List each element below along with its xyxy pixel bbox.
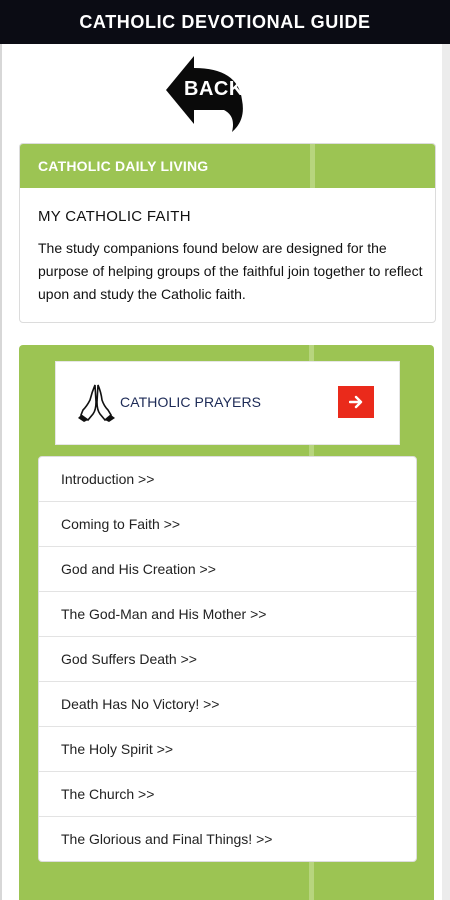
list-item-introduction[interactable]: Introduction >> [39,457,416,502]
list-item-god-and-his-creation[interactable]: God and His Creation >> [39,547,416,592]
list-item-coming-to-faith[interactable]: Coming to Faith >> [39,502,416,547]
catholic-prayers-card[interactable]: CATHOLIC PRAYERS [55,361,400,445]
list-item-god-suffers-death[interactable]: God Suffers Death >> [39,637,416,682]
praying-hands-icon [78,384,115,422]
page-edge [0,44,2,900]
study-list: Introduction >> Coming to Faith >> God a… [38,456,417,862]
panel-title: CATHOLIC DAILY LIVING [38,158,209,174]
panel-subtitle: MY CATHOLIC FAITH [38,208,191,225]
list-item-death-has-no-victory[interactable]: Death Has No Victory! >> [39,682,416,727]
divider [310,144,315,188]
back-button[interactable]: BACK [166,56,252,132]
list-item-glorious-and-final-things[interactable]: The Glorious and Final Things! >> [39,817,416,861]
panel-header: CATHOLIC DAILY LIVING [20,144,435,188]
catholic-prayers-label: CATHOLIC PRAYERS [120,394,262,410]
open-prayers-button[interactable] [338,386,374,418]
app-title: CATHOLIC DEVOTIONAL GUIDE [79,11,371,32]
panel-description: The study companions found below are des… [38,240,423,302]
app-header: CATHOLIC DEVOTIONAL GUIDE [0,0,450,44]
daily-living-panel: CATHOLIC DAILY LIVING MY CATHOLIC FAITH … [19,143,436,323]
list-item-god-man-and-his-mother[interactable]: The God-Man and His Mother >> [39,592,416,637]
list-item-holy-spirit[interactable]: The Holy Spirit >> [39,727,416,772]
arrow-right-icon [349,395,363,409]
list-item-the-church[interactable]: The Church >> [39,772,416,817]
back-button-label: BACK [184,78,244,100]
scrollbar-track[interactable] [442,44,450,900]
